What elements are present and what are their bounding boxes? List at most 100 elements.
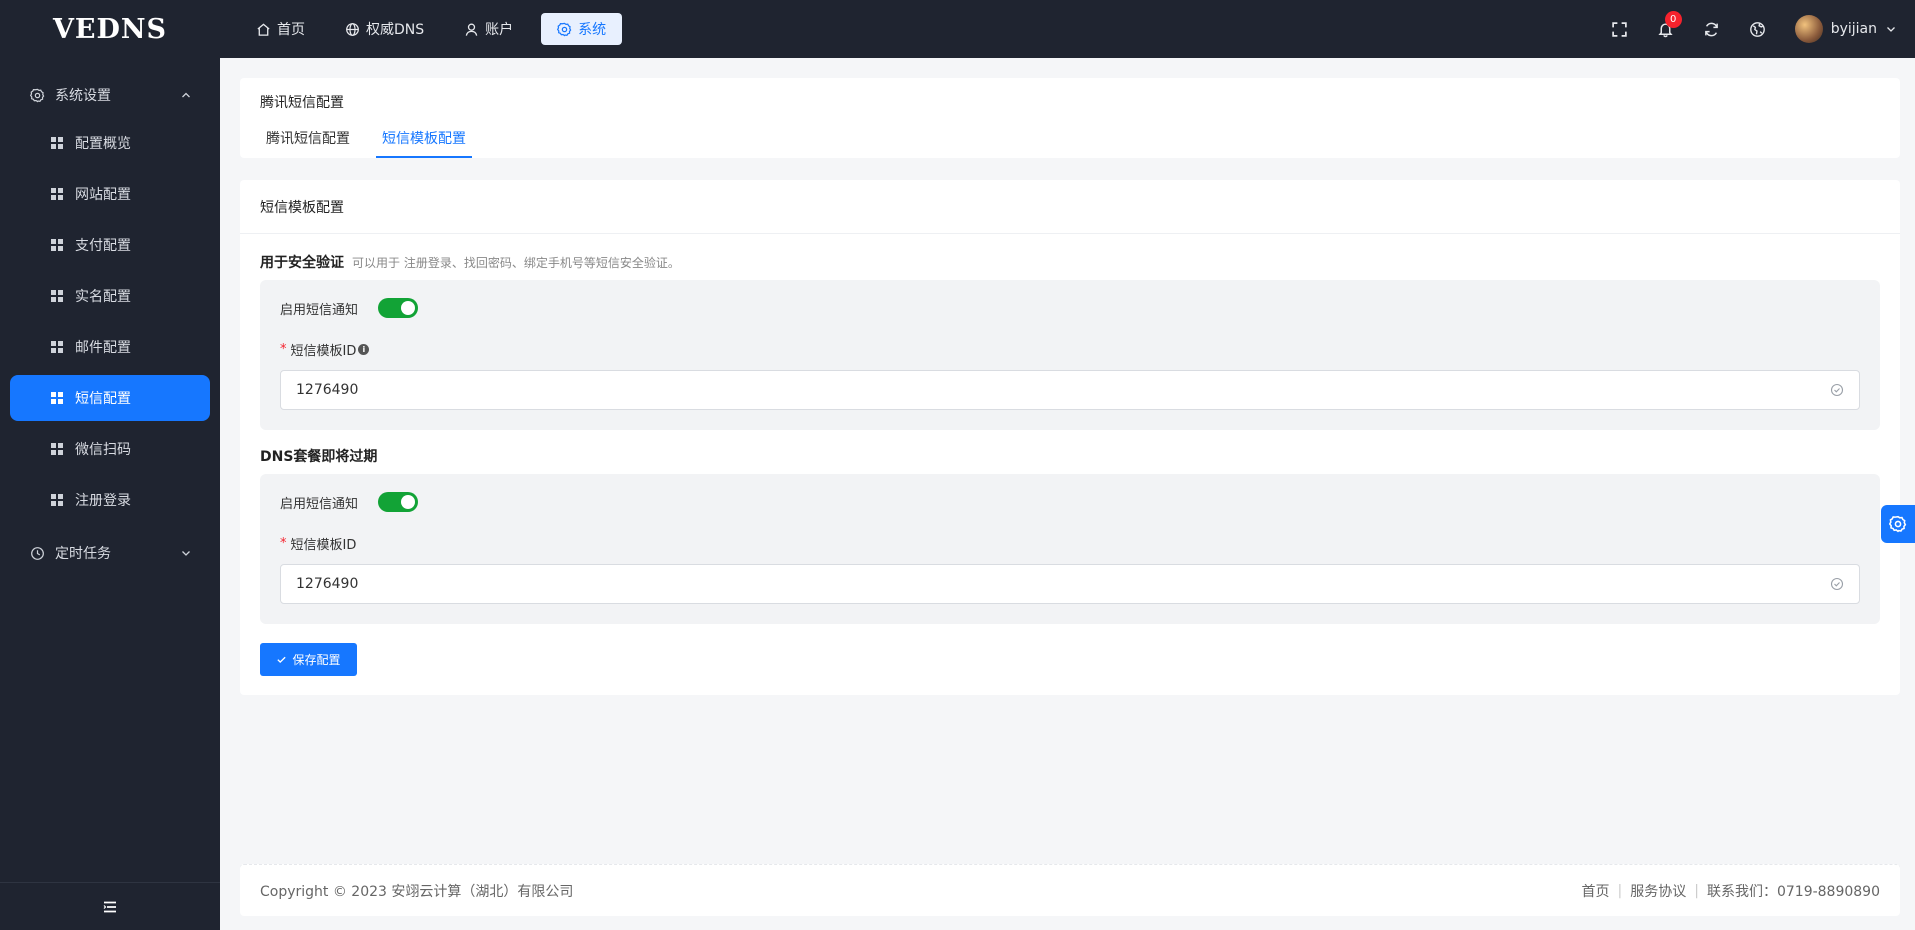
floating-settings-button[interactable] (1881, 505, 1915, 543)
topnav-account[interactable]: 账户 (452, 13, 525, 45)
username: byijian (1830, 21, 1877, 37)
home-icon (257, 22, 270, 36)
sidebar-item-label: 注册登录 (75, 493, 131, 509)
section-hint: 可以用于 注册登录、找回密码、绑定手机号等短信安全验证。 (352, 256, 680, 270)
sidebar-item-website[interactable]: 网站配置 (10, 171, 210, 217)
switch-row: 启用短信通知 (280, 298, 419, 318)
grid-icon (51, 239, 63, 251)
sidebar-group-system-label: 系统设置 (55, 88, 111, 104)
check-circle-icon (1830, 577, 1844, 591)
grid-icon (51, 137, 63, 149)
check-circle-icon (1830, 383, 1844, 397)
tab-tencent-sms[interactable]: 腾讯短信配置 (260, 122, 356, 158)
field-label-text: 短信模板ID (290, 344, 357, 359)
save-button[interactable]: 保存配置 (260, 643, 357, 676)
sidebar-item-label: 邮件配置 (75, 340, 131, 356)
chevron-down-icon (1887, 27, 1895, 32)
save-button-label: 保存配置 (292, 653, 341, 667)
gear-icon (30, 88, 45, 102)
switch-row: 启用短信通知 (280, 492, 419, 512)
tab-bar: 腾讯短信配置 短信模板配置 (260, 122, 492, 158)
sidebar-item-realname[interactable]: 实名配置 (10, 273, 210, 319)
footer-contact: 联系我们：0719-8890890 (1706, 883, 1880, 900)
sidebar: 系统设置 配置概览 网站配置 支付配置 实名配置 邮件配置 短信配置 微信扫码 … (0, 58, 220, 930)
sidebar-group-cron[interactable]: 定时任务 (0, 528, 220, 578)
topnav-dns[interactable]: 权威DNS (333, 13, 436, 45)
topnav-home[interactable]: 首页 (244, 13, 317, 45)
topnav-home-label: 首页 (277, 22, 305, 38)
top-nav: 首页 权威DNS 账户 系统 (244, 13, 623, 45)
sidebar-item-label: 网站配置 (75, 187, 131, 203)
grid-icon (51, 494, 63, 506)
section-title-text: 用于安全验证 (260, 255, 344, 271)
field-label-text: 短信模板ID (290, 538, 357, 553)
section-title-security: 用于安全验证 可以用于 注册登录、找回密码、绑定手机号等短信安全验证。 (260, 252, 680, 272)
grid-icon (51, 290, 63, 302)
security-panel: 启用短信通知 * 短信模板ID i (260, 280, 1880, 430)
globe-icon (346, 22, 359, 36)
user-menu[interactable]: byijian (1794, 15, 1897, 43)
sidebar-item-label: 支付配置 (75, 238, 131, 254)
user-icon (465, 22, 478, 36)
gear-icon (557, 22, 572, 36)
tab-sms-template[interactable]: 短信模板配置 (376, 122, 472, 158)
sidebar-item-overview[interactable]: 配置概览 (10, 120, 210, 166)
clock-icon (31, 546, 44, 560)
header-actions: 0 byijian (1611, 11, 1915, 43)
chevron-down-icon (182, 551, 190, 556)
divider: | (1694, 882, 1699, 899)
dns-expire-panel: 启用短信通知 * 短信模板ID (260, 474, 1880, 624)
notification-bell-icon[interactable]: 0 (1657, 11, 1682, 38)
template-id-input[interactable] (296, 382, 1830, 398)
grid-icon (51, 188, 63, 200)
grid-icon (51, 341, 63, 353)
sidebar-item-label: 实名配置 (75, 289, 131, 305)
topnav-system[interactable]: 系统 (541, 13, 623, 45)
sidebar-group-system[interactable]: 系统设置 (0, 70, 220, 120)
top-bar: VEDNS 首页 权威DNS 账户 系统 0 byijian (0, 0, 1915, 58)
footer-links: 首页 | 服务协议 | 联系我们：0719-8890890 (1582, 881, 1880, 901)
switch-label: 启用短信通知 (280, 496, 359, 512)
fullscreen-icon[interactable] (1611, 20, 1629, 38)
refresh-icon[interactable] (1703, 20, 1721, 38)
gear-icon (1889, 515, 1907, 533)
form-card: 短信模板配置 用于安全验证 可以用于 注册登录、找回密码、绑定手机号等短信安全验证… (240, 180, 1900, 695)
collapse-sidebar-button[interactable] (0, 882, 220, 930)
grid-icon (51, 392, 63, 404)
footer-link-terms[interactable]: 服务协议 (1630, 881, 1686, 901)
info-icon[interactable]: i (358, 344, 370, 355)
field-label: * 短信模板ID i (280, 340, 370, 359)
required-mark: * (280, 342, 287, 357)
menu-fold-icon (103, 901, 116, 912)
switch-label: 启用短信通知 (280, 302, 359, 318)
template-id-field[interactable] (280, 564, 1860, 604)
logo[interactable]: VEDNS (0, 14, 220, 45)
field-label: * 短信模板ID (280, 534, 356, 553)
avatar (1794, 15, 1823, 43)
sidebar-item-register[interactable]: 注册登录 (10, 477, 210, 523)
topnav-account-label: 账户 (485, 22, 514, 38)
template-id-input[interactable] (296, 576, 1830, 592)
sidebar-item-label: 配置概览 (75, 136, 131, 152)
footer: Copyright © 2023 安翊云计算（湖北）有限公司 首页 | 服务协议… (240, 864, 1900, 916)
form-title: 短信模板配置 (240, 180, 1900, 234)
sidebar-item-sms[interactable]: 短信配置 (10, 375, 210, 421)
sidebar-item-payment[interactable]: 支付配置 (10, 222, 210, 268)
divider: | (1617, 882, 1623, 899)
sidebar-item-mail[interactable]: 邮件配置 (10, 324, 210, 370)
chevron-up-icon (182, 92, 190, 98)
sidebar-item-wechat[interactable]: 微信扫码 (10, 426, 210, 472)
main-content: 腾讯短信配置 腾讯短信配置 短信模板配置 短信模板配置 用于安全验证 可以用于 注… (220, 58, 1915, 930)
notification-badge: 0 (1664, 11, 1682, 28)
footer-link-home[interactable]: 首页 (1582, 881, 1610, 901)
sidebar-item-label: 短信配置 (75, 391, 131, 407)
sidebar-group-cron-label: 定时任务 (55, 546, 111, 562)
section-title-dns-expire: DNS套餐即将过期 (260, 449, 378, 465)
template-id-field[interactable] (280, 370, 1860, 410)
grid-icon (51, 443, 63, 455)
topnav-dns-label: 权威DNS (366, 22, 425, 38)
sms-notify-toggle[interactable] (378, 492, 419, 512)
sms-notify-toggle[interactable] (378, 298, 419, 318)
topnav-system-label: 系统 (578, 22, 607, 38)
language-globe-icon[interactable] (1749, 20, 1767, 38)
